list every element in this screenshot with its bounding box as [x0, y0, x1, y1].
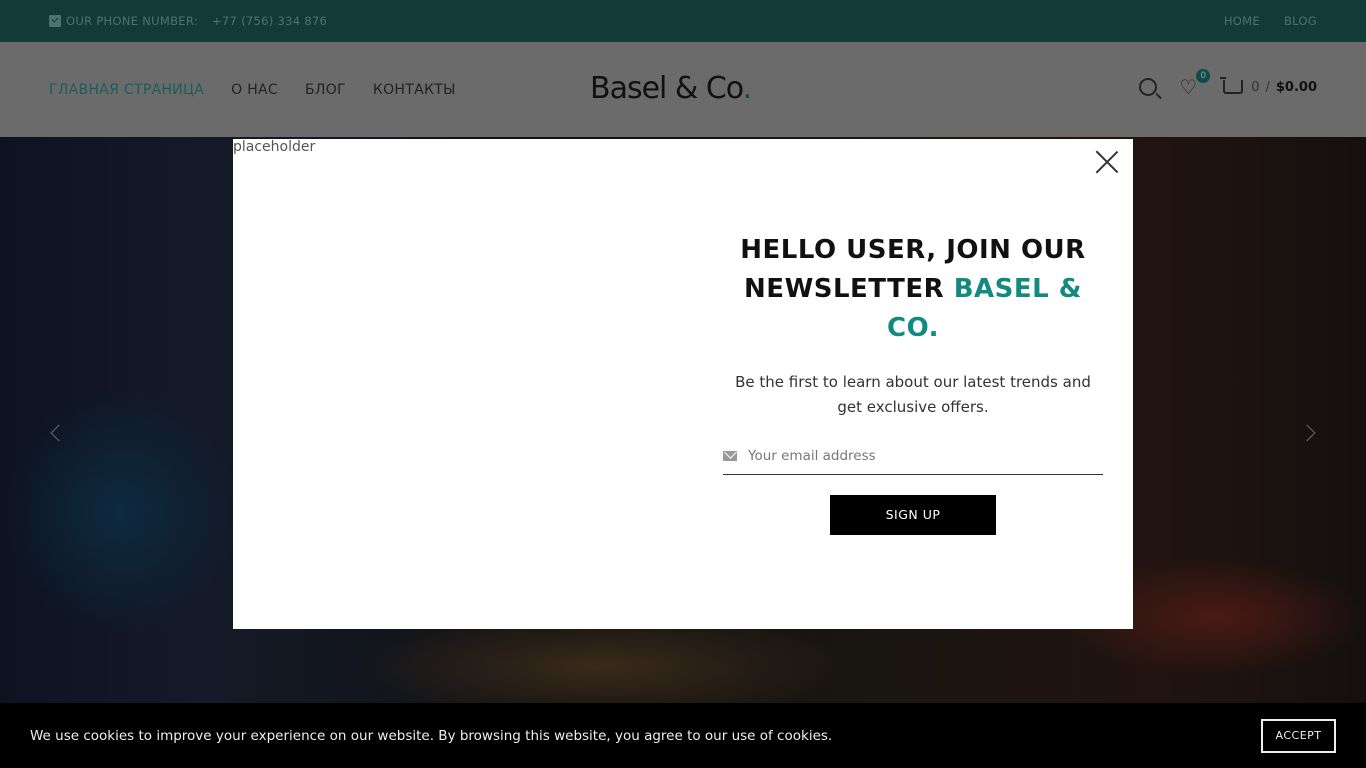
topbar-contact: OUR PHONE NUMBER: +77 (756) 334 876	[49, 14, 327, 28]
cart-icon	[1220, 77, 1244, 94]
heart-icon: ♡	[1179, 75, 1198, 99]
modal-title-line2: NEWSLETTER	[744, 274, 945, 304]
hero-background-glow-left	[0, 387, 240, 637]
checkbox-phone-icon	[49, 15, 61, 27]
signup-button[interactable]: SIGN UP	[830, 495, 996, 535]
header-tools: ♡ 0 0 / $0.00	[1139, 69, 1317, 99]
modal-title-line1: HELLO USER, JOIN OUR	[740, 235, 1086, 265]
cart-button[interactable]: 0 / $0.00	[1220, 77, 1317, 95]
site-header: ГЛАВНАЯ СТРАНИЦА О НАС БЛОГ КОНТАКТЫ Bas…	[0, 42, 1366, 137]
logo-text: Basel & Co	[590, 71, 744, 106]
cookie-banner: We use cookies to improve your experienc…	[0, 703, 1366, 768]
search-icon[interactable]	[1139, 78, 1158, 96]
cart-separator: /	[1265, 79, 1270, 95]
main-nav: ГЛАВНАЯ СТРАНИЦА О НАС БЛОГ КОНТАКТЫ	[49, 82, 456, 98]
nav-item-about[interactable]: О НАС	[231, 82, 278, 98]
top-bar: OUR PHONE NUMBER: +77 (756) 334 876 HOME…	[0, 0, 1366, 42]
site-logo[interactable]: Basel & Co.	[590, 71, 752, 106]
wishlist-count-badge: 0	[1196, 69, 1211, 83]
close-icon[interactable]	[1095, 149, 1119, 173]
email-field-row	[723, 448, 1103, 475]
slider-next-arrow-icon[interactable]	[1298, 424, 1316, 442]
newsletter-modal: placeholder HELLO USER, JOIN OUR NEWSLET…	[233, 139, 1133, 629]
modal-title: HELLO USER, JOIN OUR NEWSLETTER BASEL & …	[723, 231, 1103, 348]
cart-total: $0.00	[1275, 79, 1317, 95]
nav-item-home[interactable]: ГЛАВНАЯ СТРАНИЦА	[49, 82, 204, 98]
email-field[interactable]	[748, 448, 1103, 464]
topbar-links: HOME BLOG	[1224, 14, 1317, 28]
nav-item-blog[interactable]: БЛОГ	[305, 82, 346, 98]
envelope-icon	[723, 451, 737, 461]
phone-label: OUR PHONE NUMBER:	[66, 14, 198, 28]
modal-description: Be the first to learn about our latest t…	[735, 373, 1091, 416]
logo-dot: .	[742, 71, 752, 106]
cart-count: 0	[1251, 79, 1260, 95]
phone-number[interactable]: +77 (756) 334 876	[212, 14, 327, 28]
wishlist-button[interactable]: ♡ 0	[1179, 69, 1211, 99]
nav-item-contacts[interactable]: КОНТАКТЫ	[373, 82, 456, 98]
accept-cookies-button[interactable]: ACCEPT	[1261, 718, 1336, 753]
topbar-link-blog[interactable]: BLOG	[1284, 14, 1317, 28]
modal-content: HELLO USER, JOIN OUR NEWSLETTER BASEL & …	[723, 231, 1103, 535]
topbar-link-home[interactable]: HOME	[1224, 14, 1260, 28]
modal-image-placeholder: placeholder	[233, 139, 316, 155]
cookie-text: We use cookies to improve your experienc…	[30, 727, 833, 744]
